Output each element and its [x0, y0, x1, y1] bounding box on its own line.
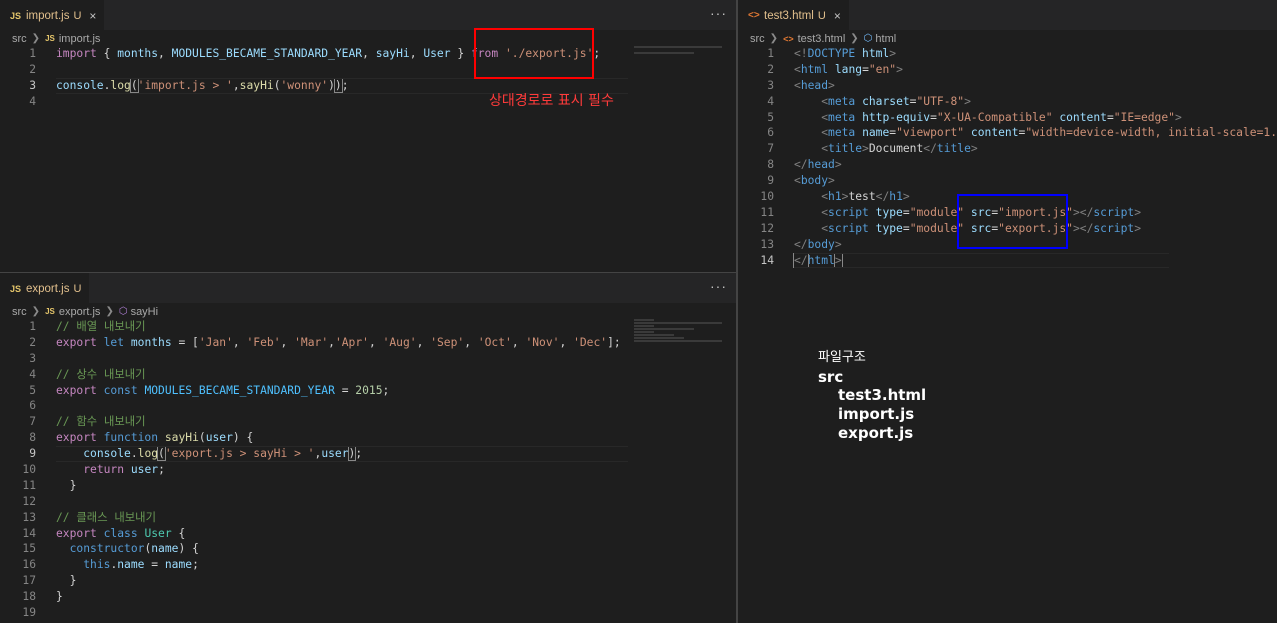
untracked-badge: U	[817, 9, 826, 22]
file-structure-note: 파일구조 src test3.html import.js export.js	[818, 346, 926, 443]
file-structure-item: import.js	[838, 405, 915, 423]
line-number: 12	[22, 494, 36, 508]
minimap[interactable]	[634, 46, 726, 86]
line-number: 19	[22, 606, 36, 620]
line-number: 10	[22, 463, 36, 477]
html-file-icon: <>	[748, 10, 760, 21]
line-number: 6	[767, 126, 774, 140]
line-number: 16	[22, 558, 36, 572]
line-number: 4	[767, 94, 774, 108]
annotation-box-blue	[957, 194, 1068, 249]
more-actions-icon[interactable]: ···	[710, 5, 727, 21]
html-file-icon: <>	[783, 33, 794, 44]
editor-pane-export: JS export.js U ··· src ❯ JS export.js ❯ …	[0, 273, 736, 623]
breadcrumb-file[interactable]: export.js	[59, 306, 101, 318]
line-number: 4	[29, 94, 36, 108]
line-number: 14	[760, 253, 774, 267]
line-number: 17	[22, 574, 36, 588]
line-number: 5	[767, 110, 774, 124]
tab-label: export.js	[26, 282, 70, 295]
untracked-badge: U	[73, 9, 82, 22]
code-editor[interactable]: 1 <!DOCTYPE html> 2 <html lang="en"> 3 <hea…	[738, 46, 1277, 623]
line-number: 1	[29, 320, 36, 333]
breadcrumb-symbol[interactable]: html	[875, 33, 896, 45]
tab-bar: <> test3.html U ×	[738, 0, 1277, 30]
line-number: 11	[22, 478, 36, 492]
line-number: 1	[767, 47, 774, 60]
javascript-file-icon: JS	[45, 34, 55, 43]
editor-pane-html: <> test3.html U × src ❯ <> test3.html ❯ …	[738, 0, 1277, 623]
tab-label: import.js	[26, 9, 70, 22]
line-number: 10	[760, 190, 774, 204]
javascript-file-icon: JS	[10, 283, 22, 294]
line-number: 8	[767, 158, 774, 172]
tab-label: test3.html	[764, 9, 814, 22]
chevron-right-icon: ❯	[105, 306, 114, 317]
line-number: 18	[22, 590, 36, 604]
line-number: 9	[767, 174, 774, 188]
file-structure-root: src	[818, 368, 844, 386]
line-number: 4	[29, 367, 36, 381]
file-structure-title: 파일구조	[818, 350, 866, 365]
annotation-box-red	[474, 28, 594, 79]
tab-bar: JS export.js U ···	[0, 273, 736, 303]
line-number: 13	[22, 510, 36, 524]
line-number: 3	[767, 78, 774, 92]
tab-test3-html[interactable]: <> test3.html U ×	[738, 0, 849, 30]
code-editor[interactable]: 1 import { months, MODULES_BECAME_STANDAR…	[0, 46, 736, 272]
more-actions-icon[interactable]: ···	[710, 278, 727, 294]
line-number: 8	[29, 431, 36, 445]
line-number: 14	[22, 526, 36, 540]
javascript-file-icon: JS	[45, 307, 55, 316]
breadcrumb-folder[interactable]: src	[12, 306, 27, 318]
breadcrumb-file[interactable]: test3.html	[798, 33, 846, 45]
tab-bar: JS import.js U × ···	[0, 0, 736, 30]
line-number: 3	[29, 351, 36, 365]
breadcrumb-file[interactable]: import.js	[59, 33, 101, 45]
file-structure-item: export.js	[838, 424, 914, 442]
line-number: 7	[767, 142, 774, 156]
line-number: 9	[29, 447, 36, 461]
annotation-text: 상대경로로 표시 필수	[489, 93, 614, 109]
close-icon[interactable]: ×	[89, 9, 96, 23]
line-number: 15	[22, 542, 36, 556]
chevron-right-icon: ❯	[769, 33, 779, 44]
line-number: 2	[29, 62, 36, 76]
breadcrumb-folder[interactable]: src	[12, 33, 27, 45]
line-number: 1	[29, 47, 36, 60]
line-number: 12	[760, 221, 774, 235]
line-number: 5	[29, 383, 36, 397]
file-structure-item: test3.html	[838, 386, 927, 404]
tab-import-js[interactable]: JS import.js U ×	[0, 0, 105, 30]
line-number: 2	[29, 335, 36, 349]
chevron-right-icon: ❯	[31, 306, 41, 317]
line-number: 6	[29, 399, 36, 413]
function-symbol-icon: ⬡	[118, 306, 128, 317]
editor-pane-import: JS import.js U × ··· src ❯ JS import.js …	[0, 0, 736, 272]
line-number: 13	[760, 237, 774, 251]
chevron-right-icon: ❯	[850, 33, 859, 44]
javascript-file-icon: JS	[10, 10, 22, 21]
chevron-right-icon: ❯	[31, 33, 41, 44]
line-number: 3	[29, 78, 36, 92]
close-icon[interactable]: ×	[834, 9, 841, 23]
line-number: 7	[29, 415, 36, 429]
untracked-badge: U	[73, 282, 82, 295]
tab-export-js[interactable]: JS export.js U	[0, 273, 90, 303]
breadcrumb-symbol[interactable]: sayHi	[131, 306, 159, 318]
code-editor[interactable]: 1// 배열 내보내기 2 export let months = ['Jan',…	[0, 319, 736, 623]
line-number: 11	[760, 205, 774, 219]
line-number: 2	[767, 62, 774, 76]
breadcrumb: src ❯ JS export.js ❯ ⬡ sayHi	[0, 303, 158, 320]
breadcrumb: src ❯ JS import.js	[0, 30, 100, 47]
breadcrumb-folder[interactable]: src	[750, 33, 765, 45]
minimap[interactable]	[634, 319, 726, 359]
element-symbol-icon: ⬡	[863, 33, 873, 44]
breadcrumb: src ❯ <> test3.html ❯ ⬡ html	[738, 30, 896, 47]
